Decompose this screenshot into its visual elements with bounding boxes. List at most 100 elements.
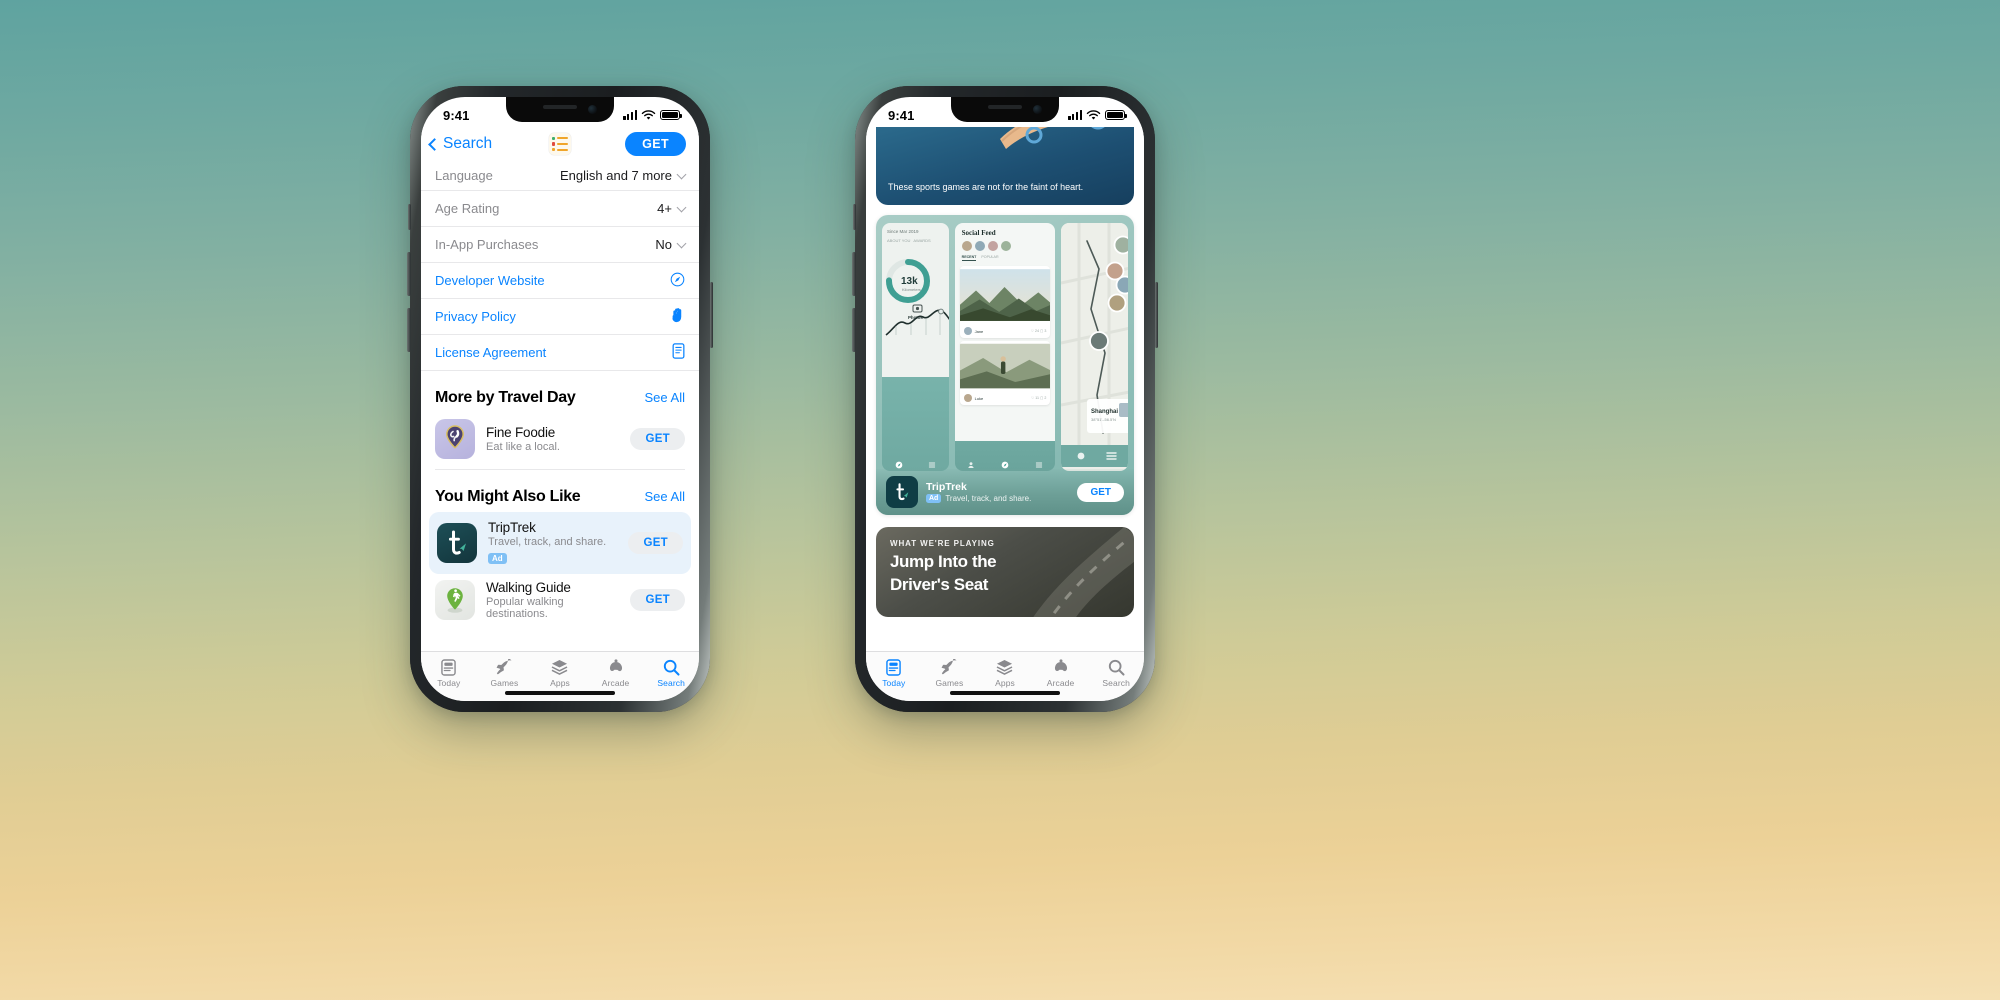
tab-today[interactable]: Today: [866, 658, 922, 688]
list-item-meta: TripTrek Travel, track, and share. Ad: [488, 520, 617, 566]
back-to-search-button[interactable]: Search: [428, 135, 493, 153]
screenshot-social-feed: Social Feed RECENT POPULAR Jane ♡ 24 ▢ 3…: [954, 223, 1056, 471]
right-phone-mockup: 9:41 These sports games are not for the …: [852, 86, 1158, 712]
tab-search[interactable]: Search: [643, 658, 699, 688]
card-caption: These sports games are not for the faint…: [888, 181, 1084, 192]
get-button[interactable]: GET: [630, 588, 685, 611]
see-all-link[interactable]: See All: [645, 390, 685, 405]
wifi-icon: [641, 109, 656, 120]
compass-icon: [895, 461, 902, 469]
list-item[interactable]: TripTrek Travel, track, and share. Ad GE…: [429, 511, 691, 574]
tab-arcade[interactable]: Arcade: [588, 658, 644, 688]
power-button[interactable]: [709, 282, 713, 348]
info-value-text: English and 7 more: [559, 168, 672, 183]
app-name: TripTrek: [488, 519, 536, 535]
tab-search[interactable]: Search: [1088, 658, 1144, 688]
tab-games[interactable]: Games: [477, 658, 533, 688]
volume-down-button[interactable]: [407, 308, 411, 352]
document-icon: [672, 343, 685, 362]
tab-apps[interactable]: Apps: [977, 658, 1033, 688]
walking-guide-icon: [435, 579, 475, 620]
tab-label: Arcade: [1046, 678, 1075, 688]
home-indicator[interactable]: [950, 691, 1060, 695]
tab-arcade[interactable]: Arcade: [1033, 658, 1089, 688]
mute-switch[interactable]: [853, 204, 856, 230]
triptrek-ad-gallery[interactable]: Since Mar 2019 ABOUT YOU AWARDS 13k Kilo…: [876, 215, 1134, 515]
notch: [506, 97, 614, 122]
back-label: Search: [443, 135, 493, 152]
get-button[interactable]: GET: [630, 428, 685, 450]
see-all-link[interactable]: See All: [645, 489, 685, 504]
info-row-age-rating[interactable]: Age Rating 4+: [421, 191, 699, 227]
navigation-bar: Search GET: [421, 127, 699, 161]
skateboard-illustration: [1000, 127, 1105, 149]
triptrek-ad-strip[interactable]: TripTrek Ad Travel, track, and share. GE…: [876, 469, 1134, 515]
notch: [951, 97, 1059, 122]
rocket-icon: [941, 658, 958, 676]
info-value-text: 4+: [657, 201, 672, 216]
link-label: Developer Website: [435, 273, 545, 288]
map-illustration: Shanghai 38°51'–56.5'N: [1061, 223, 1128, 467]
license-agreement-link[interactable]: License Agreement: [421, 335, 699, 371]
chevron-down-icon: [676, 238, 687, 248]
right-phone-screen: 9:41 These sports games are not for the …: [866, 97, 1144, 701]
section-title: You Might Also Like: [435, 487, 581, 505]
get-button[interactable]: GET: [625, 132, 686, 156]
screenshot-stats: Since Mar 2019 ABOUT YOU AWARDS 13k Kilo…: [882, 223, 949, 471]
volume-up-button[interactable]: [407, 252, 411, 296]
ad-strip-meta: TripTrek Ad Travel, track, and share.: [926, 481, 1031, 503]
section-header-you-might-also-like: You Might Also Like See All: [421, 470, 699, 512]
mute-switch[interactable]: [408, 204, 411, 230]
tab-games[interactable]: Games: [922, 658, 978, 688]
svg-text:38°51'–56.5'N: 38°51'–56.5'N: [1091, 417, 1116, 422]
chevron-down-icon: [676, 169, 687, 179]
tab-today[interactable]: Today: [421, 658, 477, 688]
travel-day-app-icon[interactable]: [549, 133, 571, 155]
svg-text:13k: 13k: [901, 276, 918, 287]
info-row-in-app-purchases[interactable]: In-App Purchases No: [421, 227, 699, 263]
today-feed-scroll[interactable]: These sports games are not for the faint…: [866, 127, 1144, 651]
volume-down-button[interactable]: [852, 308, 856, 352]
tab-label: Search: [657, 678, 685, 688]
ad-badge: Ad: [926, 494, 942, 503]
tab-apps[interactable]: Apps: [532, 658, 588, 688]
list-icon: [1035, 462, 1042, 468]
front-camera-icon: [588, 105, 597, 114]
earpiece-speaker: [988, 104, 1022, 109]
app-name: TripTrek: [926, 481, 967, 493]
arcade-icon: [1052, 658, 1070, 676]
info-value: No: [655, 237, 687, 252]
search-icon: [663, 658, 680, 676]
wifi-icon: [1086, 109, 1101, 120]
ad-badge: Ad: [488, 552, 507, 564]
cellular-signal-icon: [1068, 110, 1082, 120]
battery-icon: [1105, 110, 1127, 120]
power-button[interactable]: [1154, 282, 1158, 348]
fine-foodie-icon: [435, 419, 475, 459]
developer-website-link[interactable]: Developer Website: [421, 263, 699, 299]
info-value: English and 7 more: [559, 168, 687, 183]
get-button[interactable]: GET: [1077, 482, 1124, 502]
home-indicator[interactable]: [505, 691, 615, 695]
status-indicators: [623, 109, 682, 121]
info-row-language[interactable]: Language English and 7 more: [421, 161, 699, 191]
sports-games-card[interactable]: These sports games are not for the faint…: [876, 127, 1134, 205]
info-value-text: No: [655, 237, 672, 252]
info-label: Age Rating: [435, 201, 500, 216]
what-were-playing-card[interactable]: WHAT WE'RE PLAYING Jump Into the Driver'…: [876, 527, 1134, 617]
list-item[interactable]: Fine Foodie Eat like a local. GET: [421, 413, 699, 469]
stack-icon: [551, 658, 568, 676]
volume-up-button[interactable]: [852, 252, 856, 296]
tab-label: Arcade: [601, 678, 630, 688]
info-label: Language: [435, 168, 493, 183]
feed-author: Jane: [974, 328, 984, 334]
svg-text:Shanghai: Shanghai: [1091, 409, 1118, 415]
app-detail-scroll[interactable]: Language English and 7 more Age Rating 4…: [421, 161, 699, 651]
battery-icon: [660, 110, 682, 120]
get-button[interactable]: GET: [628, 531, 683, 554]
privacy-policy-link[interactable]: Privacy Policy: [421, 299, 699, 335]
cellular-signal-icon: [623, 110, 637, 120]
app-subtitle: Travel, track, and share.: [488, 535, 607, 548]
list-item[interactable]: Walking Guide Popular walking destinatio…: [421, 574, 699, 630]
compass-icon: [1001, 461, 1009, 469]
